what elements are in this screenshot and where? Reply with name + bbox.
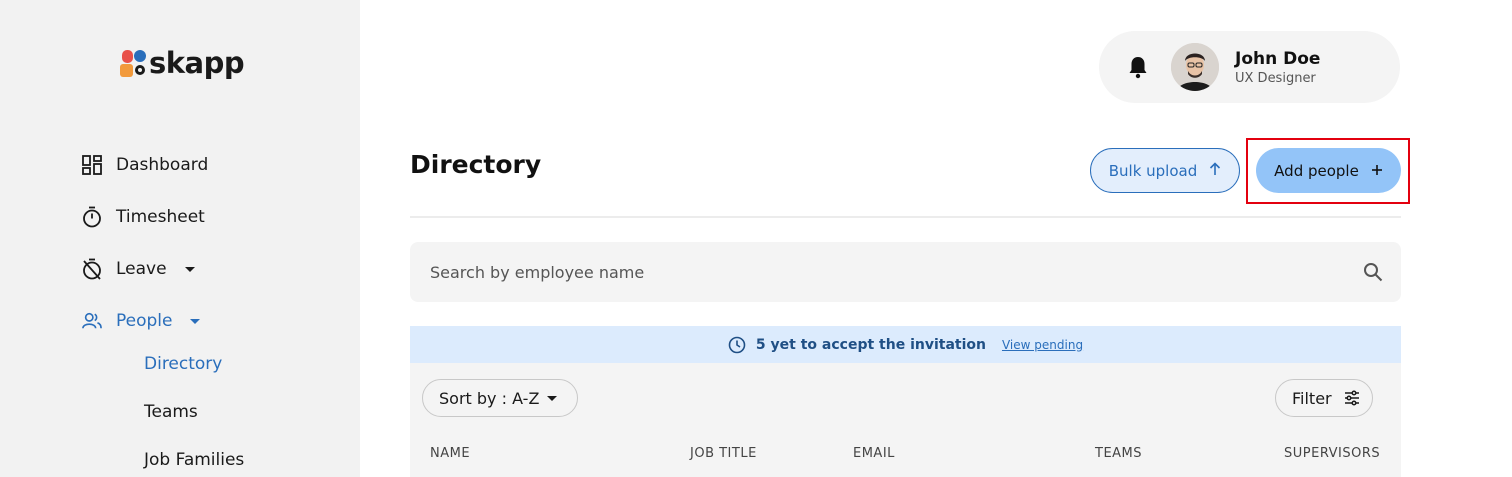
chevron-down-icon [184,266,195,272]
filter-button[interactable]: Filter [1275,379,1373,417]
profile-role: UX Designer [1235,71,1316,86]
sliders-icon [1344,390,1360,406]
sidebar-item-people[interactable]: People [82,311,201,331]
stopwatch-icon [82,206,102,228]
leave-timer-icon [82,258,102,280]
sidebar-item-timesheet[interactable]: Timesheet [82,206,205,228]
sort-dropdown[interactable]: Sort by : A-Z [422,379,578,417]
people-icon [82,311,102,331]
logo-mark-icon [120,48,148,78]
sidebar-item-label: Dashboard [116,155,209,175]
sidebar-item-leave[interactable]: Leave [82,258,195,280]
sidebar-subitem-directory[interactable]: Directory [144,354,222,374]
clock-icon [728,336,746,354]
bulk-upload-label: Bulk upload [1108,161,1198,180]
notification-bell-icon[interactable] [1126,55,1150,79]
sidebar-item-label: Timesheet [116,207,205,227]
arrow-up-icon [1209,161,1221,180]
column-header-teams[interactable]: TEAMS [1095,446,1142,461]
directory-table: Sort by : A-Z Filter NAME JOB TITLE EMAI… [410,363,1401,477]
invitation-banner: 5 yet to accept the invitation View pend… [410,326,1401,363]
avatar[interactable] [1171,43,1219,91]
sidebar-subitem-job-families[interactable]: Job Families [144,450,244,470]
chevron-down-icon [190,318,201,324]
column-header-name[interactable]: NAME [430,446,470,461]
search-bar [410,242,1401,302]
column-header-supervisors[interactable]: SUPERVISORS [1284,446,1380,461]
page-title: Directory [410,150,542,179]
search-icon[interactable] [1363,262,1383,282]
column-header-job-title[interactable]: JOB TITLE [690,446,757,461]
search-input[interactable] [430,242,1330,302]
plus-icon [1371,160,1383,181]
view-pending-link[interactable]: View pending [1002,338,1083,352]
profile-card[interactable]: John Doe UX Designer [1099,31,1400,103]
skapp-logo[interactable]: skapp [120,46,245,80]
filter-label: Filter [1292,388,1332,408]
column-header-email[interactable]: EMAIL [853,446,895,461]
profile-name: John Doe [1235,49,1321,69]
sidebar-item-dashboard[interactable]: Dashboard [82,155,208,175]
brand-name: skapp [149,46,245,80]
divider [410,216,1401,218]
add-people-button[interactable]: Add people [1256,148,1401,193]
invitation-text: 5 yet to accept the invitation [755,336,986,353]
sidebar: skapp Dashboard Timesheet Leave People D… [0,0,360,477]
sidebar-item-label: People [116,311,173,331]
sidebar-subitem-teams[interactable]: Teams [144,402,198,422]
sort-label: Sort by : A-Z [439,388,540,408]
sidebar-item-label: Leave [116,259,167,279]
dashboard-icon [82,155,102,175]
bulk-upload-button[interactable]: Bulk upload [1090,148,1240,193]
add-people-label: Add people [1274,161,1359,180]
chevron-down-icon [547,396,557,401]
